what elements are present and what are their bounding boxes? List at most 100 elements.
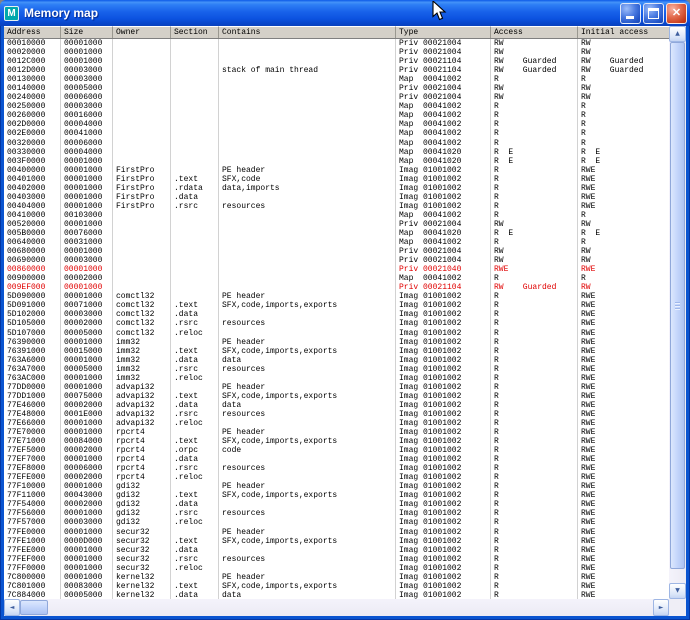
- table-row[interactable]: 77FF000000001000secur32.relocImag 010010…: [4, 564, 669, 573]
- cell-size: 00084000: [61, 437, 113, 446]
- table-row[interactable]: 0013000000003000Map 00041002RR: [4, 75, 669, 84]
- cell-initial: R: [578, 75, 669, 84]
- cell-initial: R: [578, 139, 669, 148]
- table-row[interactable]: 7C80000000001000kernel32PE headerImag 01…: [4, 573, 669, 582]
- titlebar[interactable]: M Memory map ✕: [0, 0, 690, 26]
- table-row[interactable]: 77E480000001E000advapi32.rsrcresourcesIm…: [4, 410, 669, 419]
- table-row[interactable]: 7639000000001000imm32PE headerImag 01001…: [4, 338, 669, 347]
- table-row[interactable]: 77DD000000001000advapi32PE headerImag 01…: [4, 383, 669, 392]
- table-row[interactable]: 77E7100000084000rpcrt4.textSFX,code,impo…: [4, 437, 669, 446]
- column-header-size[interactable]: Size: [61, 26, 113, 38]
- table-row[interactable]: 77EF800000006000rpcrt4.rsrcresourcesImag…: [4, 464, 669, 473]
- cell-contains: PE header: [219, 573, 396, 582]
- maximize-button[interactable]: [643, 3, 664, 24]
- close-button[interactable]: ✕: [666, 3, 687, 24]
- table-row[interactable]: 77FE10000000D000secur32.textSFX,code,imp…: [4, 537, 669, 546]
- table-row[interactable]: 0033000000004000Map 00041020R ER E: [4, 148, 669, 157]
- table-row[interactable]: 0012D00000003000stack of main threadPriv…: [4, 66, 669, 75]
- table-row[interactable]: 0002000000001000Priv 00021004RWRW: [4, 48, 669, 57]
- table-row[interactable]: 763A600000001000imm32.datadataImag 01001…: [4, 356, 669, 365]
- table-row[interactable]: 0040100000001000FirstPro.textSFX,codeIma…: [4, 175, 669, 184]
- column-header-access[interactable]: Access: [491, 26, 578, 38]
- minimize-button[interactable]: [620, 3, 641, 24]
- table-row[interactable]: 0041000000103000Map 00041002RR: [4, 211, 669, 220]
- column-header-owner[interactable]: Owner: [113, 26, 171, 38]
- table-row[interactable]: 0064000000031000Map 00041002RR: [4, 238, 669, 247]
- table-row[interactable]: 0012C00000001000Priv 00021104RW GuardedR…: [4, 57, 669, 66]
- table-row[interactable]: 0040200000001000FirstPro.rdatadata,impor…: [4, 184, 669, 193]
- column-header-initial[interactable]: Initial access: [578, 26, 669, 38]
- table-row[interactable]: 009EF00000001000Priv 00021104RW GuardedR…: [4, 283, 669, 292]
- table-row[interactable]: 77F1000000001000gdi32PE headerImag 01001…: [4, 482, 669, 491]
- table-row[interactable]: 0024000000006000Priv 00021004RWRW: [4, 93, 669, 102]
- table-row[interactable]: 0069000000003000Priv 00021004RWRW: [4, 256, 669, 265]
- table-row[interactable]: 0040400000001000FirstPro.rsrcresourcesIm…: [4, 202, 669, 211]
- cell-address: 00402000: [4, 184, 61, 193]
- cell-owner: comctl32: [113, 310, 171, 319]
- table-row[interactable]: 5D09000000001000comctl32PE headerImag 01…: [4, 292, 669, 301]
- table-row[interactable]: 7C80100000083000kernel32.textSFX,code,im…: [4, 582, 669, 591]
- table-row[interactable]: 763A700000005000imm32.rsrcresourcesImag …: [4, 365, 669, 374]
- scroll-down-button[interactable]: ▼: [669, 583, 686, 599]
- cell-contains: [219, 310, 396, 319]
- table-row[interactable]: 77F1100000043000gdi32.textSFX,code,impor…: [4, 491, 669, 500]
- table-row[interactable]: 77EF700000001000rpcrt4.dataImag 01001002…: [4, 455, 669, 464]
- table-row[interactable]: 0001000000001000Priv 00021004RWRW: [4, 39, 669, 48]
- table-row[interactable]: 005B000000076000Map 00041020R ER E: [4, 229, 669, 238]
- table-row[interactable]: 003F000000001000Map 00041020R ER E: [4, 157, 669, 166]
- scroll-left-button[interactable]: ◄: [4, 599, 20, 616]
- column-header-address[interactable]: Address: [4, 26, 61, 38]
- table-row[interactable]: 77FEF00000001000secur32.rsrcresourcesIma…: [4, 555, 669, 564]
- table-row[interactable]: 0032000000006000Map 00041002RR: [4, 139, 669, 148]
- table-row[interactable]: 77EF500000002000rpcrt4.orpccodeImag 0100…: [4, 446, 669, 455]
- table-row[interactable]: 002E000000041000Map 00041002RR: [4, 129, 669, 138]
- table-row[interactable]: 5D10700000005000comctl32.relocImag 01001…: [4, 329, 669, 338]
- cell-type: Priv 00021004: [396, 39, 491, 48]
- cell-section: .data: [171, 546, 219, 555]
- cell-section: .text: [171, 491, 219, 500]
- table-row[interactable]: 0052000000001000Priv 00021004RWRW: [4, 220, 669, 229]
- table-row[interactable]: 0040300000001000FirstPro.dataImag 010010…: [4, 193, 669, 202]
- table-row[interactable]: 77F5600000001000gdi32.rsrcresourcesImag …: [4, 509, 669, 518]
- horizontal-scroll-track[interactable]: [20, 599, 653, 616]
- horizontal-scrollbar[interactable]: ◄ ►: [4, 599, 669, 616]
- table-row[interactable]: 0040000000001000FirstProPE headerImag 01…: [4, 166, 669, 175]
- cell-size: 00001000: [61, 356, 113, 365]
- table-row[interactable]: 0014000000005000Priv 00021004RWRW: [4, 84, 669, 93]
- table-row[interactable]: 5D10200000003000comctl32.dataImag 010010…: [4, 310, 669, 319]
- table-row[interactable]: 77E4600000002000advapi32.datadataImag 01…: [4, 401, 669, 410]
- column-header-type[interactable]: Type: [396, 26, 491, 38]
- column-header-section[interactable]: Section: [171, 26, 219, 38]
- table-row[interactable]: 7C88400000005000kernel32.datadataImag 01…: [4, 591, 669, 599]
- table-row[interactable]: 0025000000003000Map 00041002RR: [4, 102, 669, 111]
- table-row[interactable]: 5D10500000002000comctl32.rsrcresourcesIm…: [4, 319, 669, 328]
- vertical-scroll-thumb[interactable]: [670, 42, 685, 569]
- table-row[interactable]: 7639100000015000imm32.textSFX,code,impor…: [4, 347, 669, 356]
- table-row[interactable]: 0090000000002000Map 00041002RR: [4, 274, 669, 283]
- table-row[interactable]: 77FEE00000001000secur32.dataImag 0100100…: [4, 546, 669, 555]
- table-row[interactable]: 763AC00000001000imm32.relocImag 01001002…: [4, 374, 669, 383]
- cell-size: 00002000: [61, 274, 113, 283]
- table-row[interactable]: 77EFE00000002000rpcrt4.relocImag 0100100…: [4, 473, 669, 482]
- table-row[interactable]: 0026000000016000Map 00041002RR: [4, 111, 669, 120]
- cell-type: Map 00041002: [396, 120, 491, 129]
- scroll-up-button[interactable]: ▲: [669, 26, 686, 42]
- vertical-scrollbar[interactable]: ▲ ▼: [669, 26, 686, 599]
- vertical-scroll-track[interactable]: [669, 42, 686, 583]
- table-row[interactable]: 002D000000004000Map 00041002RR: [4, 120, 669, 129]
- table-row[interactable]: 77F5700000003000gdi32.relocImag 01001002…: [4, 518, 669, 527]
- table-row[interactable]: 0086000000001000Priv 00021040RWERWE: [4, 265, 669, 274]
- table-row[interactable]: 0068000000001000Priv 00021004RWRW: [4, 247, 669, 256]
- column-header-contains[interactable]: Contains: [219, 26, 396, 38]
- table-row[interactable]: 5D09100000071000comctl32.textSFX,code,im…: [4, 301, 669, 310]
- table-row[interactable]: 77E6600000001000advapi32.relocImag 01001…: [4, 419, 669, 428]
- table-row[interactable]: 77E7000000001000rpcrt4PE headerImag 0100…: [4, 428, 669, 437]
- table-row[interactable]: 77DD100000075000advapi32.textSFX,code,im…: [4, 392, 669, 401]
- table-row[interactable]: 77FE000000001000secur32PE headerImag 010…: [4, 528, 669, 537]
- table-row[interactable]: 77F5400000002000gdi32.dataImag 01001002R…: [4, 500, 669, 509]
- cell-size: 00003000: [61, 102, 113, 111]
- cell-owner: gdi32: [113, 482, 171, 491]
- cell-access: RW: [491, 93, 578, 102]
- horizontal-scroll-thumb[interactable]: [20, 600, 48, 615]
- scroll-right-button[interactable]: ►: [653, 599, 669, 616]
